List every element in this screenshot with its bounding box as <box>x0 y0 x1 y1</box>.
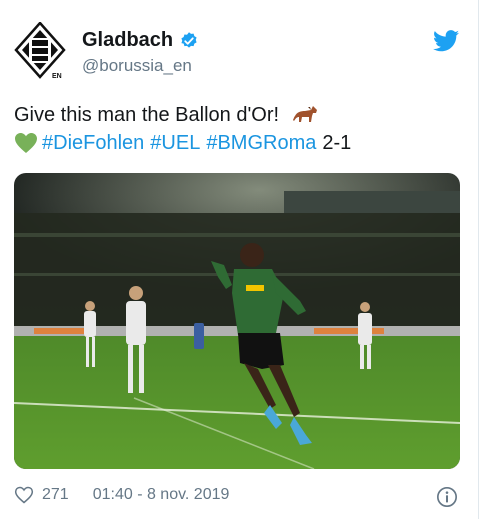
tweet-text-line2: #DieFohlen #UEL #BMGRoma 2-1 <box>14 131 351 155</box>
score-text: 2-1 <box>322 132 352 154</box>
tweet-card: EN Gladbach @borussia_en Give this man t… <box>0 0 479 519</box>
handle[interactable]: @borussia_en <box>82 56 192 76</box>
twitter-bird-icon[interactable] <box>433 30 459 52</box>
borussia-crest-icon[interactable]: EN <box>14 22 66 80</box>
tweet-text: Give this man the Ballon d'Or! <box>14 104 280 126</box>
horse-emoji-icon <box>292 106 317 122</box>
display-name[interactable]: Gladbach <box>82 29 173 52</box>
tweet-footer: 271 01:40 - 8 nov. 2019 <box>14 485 229 505</box>
heart-outline-icon[interactable] <box>14 485 34 505</box>
hashtag-link[interactable]: #UEL <box>150 131 200 155</box>
tweet-text-line1: Give this man the Ballon d'Or! <box>14 103 319 127</box>
hashtag-link[interactable]: #DieFohlen <box>42 131 144 155</box>
tweet-photo[interactable] <box>14 173 460 469</box>
svg-text:EN: EN <box>52 73 62 80</box>
info-icon[interactable] <box>436 486 458 508</box>
verified-badge-icon <box>181 31 197 48</box>
hashtag-link[interactable]: #BMGRoma <box>206 131 316 155</box>
like-count: 271 <box>42 486 69 503</box>
timestamp[interactable]: 01:40 - 8 nov. 2019 <box>93 486 230 504</box>
green-heart-emoji-icon <box>15 133 37 153</box>
